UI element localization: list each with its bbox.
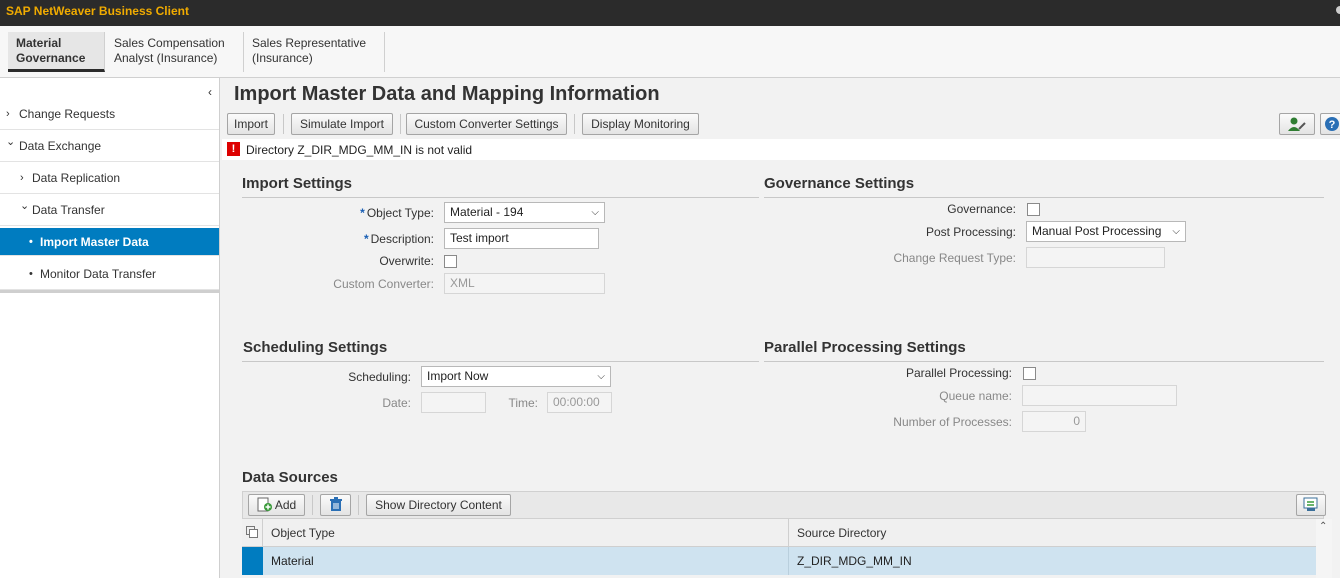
display-monitoring-button[interactable]: Display Monitoring xyxy=(582,113,699,135)
chevron-down-icon: ⌄ xyxy=(6,136,16,148)
parallel-processing-label: Parallel Processing: xyxy=(905,366,1012,380)
chevron-down-icon: ⌵ xyxy=(597,371,605,382)
section-divider xyxy=(764,361,1324,362)
description-label: * Description: xyxy=(363,232,434,246)
custom-converter-label: Custom Converter: xyxy=(333,277,434,291)
bullet-icon: • xyxy=(29,236,33,248)
governance-checkbox[interactable] xyxy=(1027,203,1040,216)
data-sources-heading: Data Sources xyxy=(242,469,338,486)
collapse-icon[interactable]: ‹ xyxy=(208,85,212,99)
section-divider xyxy=(764,197,1324,198)
queue-name-label: Queue name: xyxy=(939,389,1012,403)
vertical-scrollbar[interactable]: ⌃ xyxy=(1316,519,1332,578)
toolbar-separator xyxy=(400,114,401,134)
nav-item-label: Change Requests xyxy=(19,107,116,121)
time-label: Time: xyxy=(508,396,538,410)
column-header-object-type[interactable]: Object Type xyxy=(263,519,789,547)
app-title: SAP NetWeaver Business Client xyxy=(6,4,189,18)
nav-item-change-requests[interactable]: › Change Requests xyxy=(0,98,219,130)
nav-item-data-transfer[interactable]: ⌄ Data Transfer xyxy=(0,194,219,226)
bullet-icon: • xyxy=(29,268,33,280)
import-button[interactable]: Import xyxy=(227,113,275,135)
svg-text:?: ? xyxy=(1329,119,1336,131)
date-label: Date: xyxy=(382,396,411,410)
table-cell-source-directory[interactable]: Z_DIR_MDG_MM_IN xyxy=(789,547,1316,575)
personalize-icon[interactable] xyxy=(1279,113,1315,135)
toolbar-separator xyxy=(283,114,284,134)
queue-name-input[interactable] xyxy=(1022,385,1177,406)
toolbar-separator xyxy=(574,114,575,134)
column-header-source-directory[interactable]: Source Directory xyxy=(789,519,1316,547)
section-divider xyxy=(242,361,759,362)
parallel-processing-checkbox[interactable] xyxy=(1023,367,1036,380)
toolbar-separator xyxy=(358,495,359,515)
post-processing-select[interactable]: Manual Post Processing ⌵ xyxy=(1026,221,1186,242)
chevron-down-icon: ⌵ xyxy=(1172,226,1180,237)
scheduling-select[interactable]: Import Now ⌵ xyxy=(421,366,611,387)
change-request-type-input[interactable] xyxy=(1026,247,1165,268)
role-tab-sales-compensation[interactable]: Sales Compensation Analyst (Insurance) xyxy=(106,32,244,72)
nav-item-monitor-data-transfer[interactable]: • Monitor Data Transfer xyxy=(0,258,219,290)
table-cell-object-type[interactable]: Material xyxy=(263,547,789,575)
trash-icon xyxy=(329,497,342,511)
message-bar: ! Directory Z_DIR_MDG_MM_IN is not valid xyxy=(222,139,1340,160)
simulate-import-button[interactable]: Simulate Import xyxy=(291,113,393,135)
table-toolbar: Add Show Directory Content xyxy=(242,491,1326,519)
export-icon[interactable] xyxy=(1296,494,1326,516)
post-processing-label: Post Processing: xyxy=(925,225,1016,239)
add-button[interactable]: Add xyxy=(248,494,305,516)
row-selector[interactable] xyxy=(242,547,263,575)
show-directory-content-button[interactable]: Show Directory Content xyxy=(366,494,511,516)
nav-item-label: Import Master Data xyxy=(40,235,149,249)
date-input[interactable] xyxy=(421,392,486,413)
parallel-processing-heading: Parallel Processing Settings xyxy=(764,339,966,356)
error-icon: ! xyxy=(227,142,240,156)
overwrite-checkbox[interactable] xyxy=(444,255,457,268)
custom-converter-settings-button[interactable]: Custom Converter Settings xyxy=(406,113,567,135)
role-tab-material-governance[interactable]: Material Governance xyxy=(8,32,105,72)
data-sources-table: Add Show Directory Content Object Type S… xyxy=(242,491,1332,578)
overwrite-label: Overwrite: xyxy=(379,254,434,268)
scheduling-label: Scheduling: xyxy=(348,370,411,384)
scheduling-settings-heading: Scheduling Settings xyxy=(243,339,388,356)
nav-item-label: Monitor Data Transfer xyxy=(40,267,157,281)
select-all-column[interactable] xyxy=(242,519,263,547)
main-content: Import Master Data and Mapping Informati… xyxy=(222,78,1340,578)
nav-item-import-master-data[interactable]: • Import Master Data xyxy=(0,228,219,256)
help-icon[interactable]: ? xyxy=(1320,113,1340,135)
nav-item-label: Data Transfer xyxy=(32,203,105,217)
custom-converter-input[interactable]: XML xyxy=(444,273,605,294)
toolbar-separator xyxy=(312,495,313,515)
error-message: Directory Z_DIR_MDG_MM_IN is not valid xyxy=(246,143,473,157)
delete-button[interactable] xyxy=(320,494,351,516)
role-tab-sales-representative[interactable]: Sales Representative (Insurance) xyxy=(244,32,385,72)
page-title: Import Master Data and Mapping Informati… xyxy=(234,83,660,105)
change-request-type-label: Change Request Type: xyxy=(893,251,1016,265)
role-tabs: Material Governance Sales Compensation A… xyxy=(0,26,1340,78)
nav-item-data-exchange[interactable]: ⌄ Data Exchange xyxy=(0,130,219,162)
import-settings-heading: Import Settings xyxy=(242,175,353,192)
nav-item-data-replication[interactable]: › Data Replication xyxy=(0,162,219,194)
window-control-icon[interactable] xyxy=(1336,6,1340,14)
nav-item-label: Data Exchange xyxy=(19,139,102,153)
number-of-processes-label: Number of Processes: xyxy=(893,415,1012,429)
nav-divider xyxy=(0,290,219,293)
navigation-panel: ‹ › Change Requests ⌄ Data Exchange › Da… xyxy=(0,78,220,578)
chevron-down-icon: ⌄ xyxy=(20,200,30,212)
object-type-label: * Object Type: xyxy=(360,206,434,220)
nav-item-label: Data Replication xyxy=(32,171,121,185)
governance-settings-heading: Governance Settings xyxy=(764,175,915,192)
chevron-down-icon: ⌵ xyxy=(591,207,599,218)
governance-label: Governance: xyxy=(947,202,1016,216)
description-input[interactable]: Test import xyxy=(444,228,599,249)
title-bar: SAP NetWeaver Business Client xyxy=(0,0,1340,26)
select-all-icon xyxy=(246,526,258,538)
scroll-up-icon: ⌃ xyxy=(1319,521,1328,532)
object-type-select[interactable]: Material - 194 ⌵ xyxy=(444,202,605,223)
section-divider xyxy=(242,197,759,198)
time-input[interactable]: 00:00:00 xyxy=(547,392,612,413)
number-of-processes-input[interactable]: 0 xyxy=(1022,411,1086,432)
